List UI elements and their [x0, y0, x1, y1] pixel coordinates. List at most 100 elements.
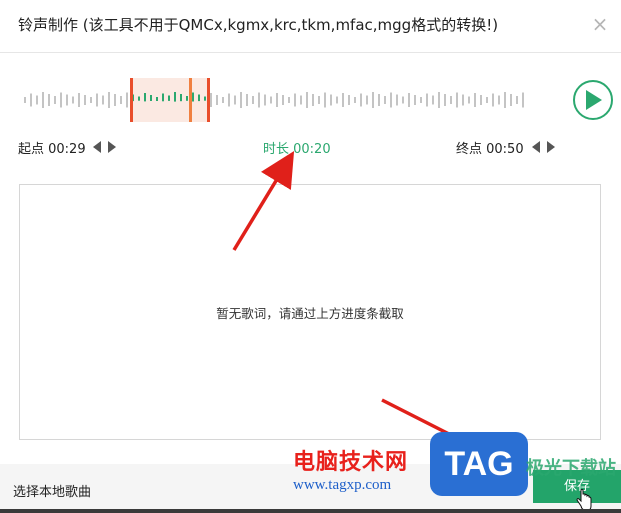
- lyrics-panel: 暂无歌词，请通过上方进度条截取: [19, 184, 601, 440]
- waveform-bar: [456, 92, 458, 108]
- waveform-bar: [480, 95, 482, 105]
- waveform-bar: [450, 96, 452, 104]
- start-point-arrows: [93, 141, 121, 153]
- waveform-bar: [492, 93, 494, 107]
- waveform-bar: [102, 95, 104, 105]
- start-back-arrow-icon[interactable]: [93, 141, 101, 153]
- end-forward-arrow-icon[interactable]: [547, 141, 555, 153]
- playhead-marker[interactable]: [189, 78, 192, 122]
- waveform-bar: [336, 96, 338, 104]
- waveform-bar: [30, 93, 32, 107]
- duration-label: 时长 00:20: [263, 142, 331, 157]
- background-strip: [0, 509, 621, 513]
- waveform-bar: [462, 94, 464, 106]
- waveform-bar: [504, 92, 506, 108]
- waveform-bar: [366, 95, 368, 105]
- waveform-bar: [498, 95, 500, 105]
- waveform-bar: [420, 97, 422, 103]
- ringtone-maker-dialog: 铃声制作 (该工具不用于QMCx,kgmx,krc,tkm,mfac,mgg格式…: [0, 0, 621, 513]
- play-button[interactable]: [573, 80, 613, 120]
- waveform-bar: [48, 94, 50, 106]
- selection-start-handle[interactable]: [130, 78, 133, 122]
- waveform-bar: [258, 92, 260, 108]
- waveform-bar: [222, 97, 224, 103]
- waveform-bar: [54, 96, 56, 104]
- end-point-arrows: [532, 141, 560, 153]
- watermark-tag-logo: TAG: [430, 432, 528, 496]
- waveform-bar: [312, 94, 314, 106]
- waveform-bar: [288, 97, 290, 103]
- dialog-title: 铃声制作 (该工具不用于QMCx,kgmx,krc,tkm,mfac,mgg格式…: [18, 16, 499, 34]
- waveform-bar: [270, 96, 272, 104]
- end-point-label: 终点 00:50: [456, 142, 524, 157]
- waveform-bar: [486, 97, 488, 103]
- lyrics-empty-message: 暂无歌词，请通过上方进度条截取: [216, 306, 404, 321]
- waveform-bar: [234, 95, 236, 105]
- waveform-bar: [516, 96, 518, 104]
- waveform-bar: [66, 94, 68, 106]
- waveform-bar: [264, 94, 266, 106]
- waveform-bar: [180, 94, 182, 102]
- waveform-bar: [114, 94, 116, 106]
- waveform-bar: [252, 96, 254, 104]
- waveform-bar: [156, 97, 158, 101]
- waveform-bar: [306, 92, 308, 108]
- waveform-bar: [150, 95, 152, 101]
- waveform-bar: [390, 92, 392, 108]
- play-icon: [586, 90, 602, 110]
- start-point-label: 起点 00:29: [18, 142, 86, 157]
- waveform-bar: [522, 92, 524, 108]
- waveform-bar: [444, 94, 446, 106]
- waveform-bar: [276, 93, 278, 107]
- waveform-bar: [198, 94, 200, 102]
- waveform-bar: [384, 96, 386, 104]
- choose-local-song-link[interactable]: 选择本地歌曲: [13, 481, 91, 500]
- waveform-bar: [24, 97, 26, 103]
- waveform-bar: [204, 96, 206, 101]
- waveform-bar: [474, 93, 476, 107]
- waveform-bar: [294, 93, 296, 107]
- watermark-cn-text: 电脑技术网: [293, 449, 409, 475]
- waveform-bar: [438, 92, 440, 108]
- waveform-bar: [342, 93, 344, 107]
- pointer-cursor-icon: [576, 489, 592, 511]
- waveform-bar: [468, 96, 470, 104]
- start-forward-arrow-icon[interactable]: [108, 141, 116, 153]
- watermark-url-text: www.tagxp.com: [293, 477, 392, 493]
- waveform-bar: [84, 95, 86, 105]
- waveform-bar: [42, 92, 44, 108]
- waveform-bar: [414, 95, 416, 105]
- waveform-bar: [60, 92, 62, 108]
- waveform-bar: [432, 95, 434, 105]
- waveform-bar: [210, 93, 212, 107]
- waveform-bar: [318, 96, 320, 104]
- waveform-bar: [108, 92, 110, 108]
- waveform-bar: [126, 92, 128, 108]
- waveform-bar: [354, 97, 356, 103]
- waveform-bar: [228, 93, 230, 107]
- title-bar: 铃声制作 (该工具不用于QMCx,kgmx,krc,tkm,mfac,mgg格式…: [0, 0, 621, 53]
- waveform-bar: [72, 96, 74, 104]
- waveform-selector[interactable]: [22, 78, 532, 122]
- waveform-bar: [186, 96, 188, 101]
- waveform-bar: [240, 92, 242, 108]
- waveform-bar: [426, 93, 428, 107]
- waveform-bar: [372, 92, 374, 108]
- end-back-arrow-icon[interactable]: [532, 141, 540, 153]
- selection-end-handle[interactable]: [207, 78, 210, 122]
- close-icon[interactable]: ×: [589, 13, 611, 35]
- waveform-bar: [192, 92, 194, 102]
- waveform-bar: [510, 94, 512, 106]
- waveform-bar: [408, 93, 410, 107]
- waveform-bar: [330, 94, 332, 106]
- waveform-bar: [162, 93, 164, 102]
- waveform-bar: [324, 92, 326, 108]
- waveform-bar: [144, 93, 146, 102]
- waveform-bar: [402, 96, 404, 104]
- waveform-bar: [348, 95, 350, 105]
- waveform-bar: [120, 96, 122, 104]
- waveform-bar: [246, 94, 248, 106]
- waveform-bar: [138, 96, 140, 101]
- waveform-bar: [396, 94, 398, 106]
- waveform-bar: [96, 93, 98, 107]
